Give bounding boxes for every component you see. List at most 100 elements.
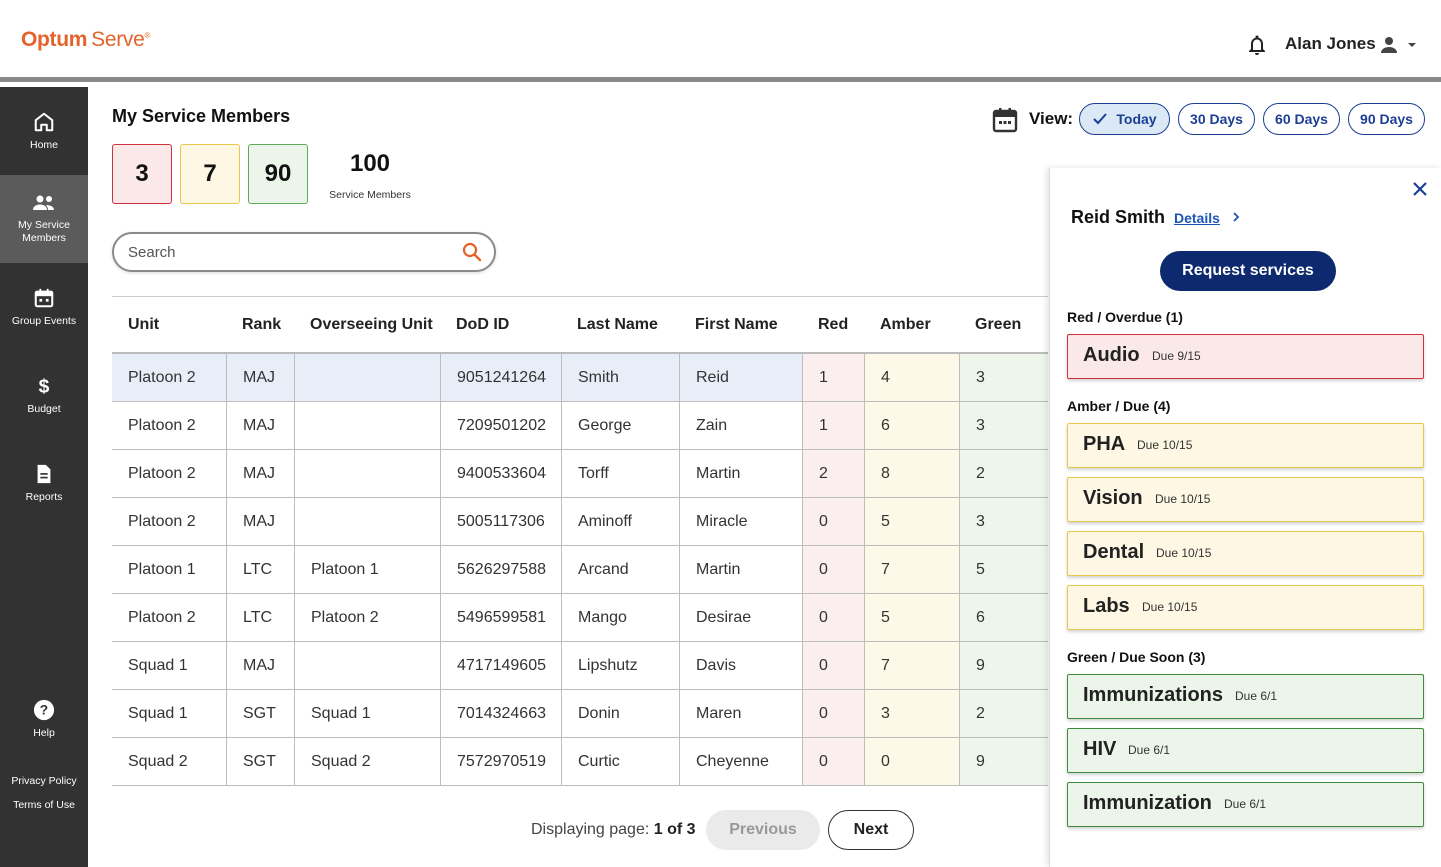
cell-green: 3 bbox=[959, 402, 1048, 449]
cell-green: 5 bbox=[959, 546, 1048, 593]
red-count-badge[interactable]: 3 bbox=[112, 144, 172, 204]
table-row[interactable]: Squad 1 SGT Squad 1 7014324663 Donin Maren 0 3 2 bbox=[112, 690, 1048, 738]
service-card[interactable]: Vision Due 10/15 bbox=[1067, 477, 1424, 522]
user-name[interactable]: Alan Jones bbox=[1285, 34, 1376, 54]
service-card[interactable]: Immunizations Due 6/1 bbox=[1067, 674, 1424, 719]
cell-rank: SGT bbox=[226, 690, 294, 737]
svg-text:$: $ bbox=[39, 376, 50, 397]
column-header-green[interactable]: Green bbox=[975, 316, 1021, 334]
table-row[interactable]: Platoon 2 MAJ 9400533604 Torff Martin 2 8 2 bbox=[112, 450, 1048, 498]
cell-green: 2 bbox=[959, 450, 1048, 497]
service-card[interactable]: Dental Due 10/15 bbox=[1067, 531, 1424, 576]
cell-unit: Squad 1 bbox=[128, 705, 188, 722]
cell-last-name: George bbox=[561, 402, 679, 449]
table-row[interactable]: Platoon 2 MAJ 5005117306 Aminoff Miracle 0 5 3 bbox=[112, 498, 1048, 546]
cell-dod-id: 7014324663 bbox=[440, 690, 561, 737]
sidebar-item-label: Home bbox=[29, 139, 58, 151]
service-due-date: Due 9/15 bbox=[1152, 349, 1201, 363]
service-card[interactable]: Audio Due 9/15 bbox=[1067, 334, 1424, 379]
table-row[interactable]: Platoon 1 LTC Platoon 1 5626297588 Arcand Mar… bbox=[112, 546, 1048, 594]
service-card[interactable]: Labs Due 10/15 bbox=[1067, 585, 1424, 630]
home-icon bbox=[34, 112, 54, 132]
cell-first-name: Desirae bbox=[679, 594, 802, 641]
view-30-days-button[interactable]: 30 Days bbox=[1178, 103, 1255, 135]
table-row[interactable]: Squad 2 SGT Squad 2 7572970519 Curtic Cheyenn… bbox=[112, 738, 1048, 786]
cell-dod-id: 7209501202 bbox=[440, 402, 561, 449]
column-header-dod-id[interactable]: DoD ID bbox=[456, 316, 509, 334]
sidebar-item-budget[interactable]: $ Budget bbox=[0, 375, 88, 415]
previous-page-button[interactable]: Previous bbox=[706, 810, 820, 850]
cell-overseeing-unit bbox=[294, 498, 440, 545]
column-header-overseeing-unit[interactable]: Overseeing Unit bbox=[310, 316, 433, 334]
cell-rank: MAJ bbox=[226, 498, 294, 545]
cell-dod-id: 5496599581 bbox=[440, 594, 561, 641]
table-row[interactable]: Squad 1 MAJ 4717149605 Lipshutz Davis 0 7 9 bbox=[112, 642, 1048, 690]
chevron-right-icon[interactable] bbox=[1230, 211, 1242, 223]
cell-first-name: Miracle bbox=[679, 498, 802, 545]
cell-green: 3 bbox=[959, 354, 1048, 401]
cell-rank: MAJ bbox=[226, 402, 294, 449]
cell-green: 9 bbox=[959, 642, 1048, 689]
cell-rank: MAJ bbox=[226, 354, 294, 401]
column-header-amber[interactable]: Amber bbox=[880, 316, 931, 334]
details-link[interactable]: Details bbox=[1174, 210, 1220, 226]
cell-amber: 5 bbox=[864, 498, 959, 545]
cell-first-name: Martin bbox=[679, 546, 802, 593]
cell-red: 0 bbox=[802, 738, 864, 785]
cell-unit: Platoon 2 bbox=[128, 465, 196, 482]
help-link[interactable]: ? Help bbox=[0, 699, 88, 739]
cell-overseeing-unit: Platoon 1 bbox=[294, 546, 440, 593]
cell-overseeing-unit: Platoon 2 bbox=[294, 594, 440, 641]
privacy-policy-link[interactable]: Privacy Policy bbox=[0, 775, 88, 787]
sidebar-item-group-events[interactable]: Group Events bbox=[0, 287, 88, 327]
service-card[interactable]: PHA Due 10/15 bbox=[1067, 423, 1424, 468]
sidebar-item-home[interactable]: Home bbox=[0, 111, 88, 151]
cell-red: 0 bbox=[802, 642, 864, 689]
service-name: Labs bbox=[1083, 595, 1130, 617]
cell-unit: Squad 2 bbox=[128, 753, 188, 770]
column-header-first-name[interactable]: First Name bbox=[695, 316, 778, 334]
request-services-button[interactable]: Request services bbox=[1160, 251, 1336, 291]
sidebar-item-label: Budget bbox=[27, 403, 61, 415]
table-row[interactable]: Platoon 2 MAJ 9051241264 Smith Reid 1 4 3 bbox=[112, 354, 1048, 402]
cell-unit: Platoon 1 bbox=[128, 561, 196, 578]
sidebar-item-label: Group Events bbox=[11, 315, 77, 327]
service-name: Immunizations bbox=[1083, 684, 1224, 706]
service-card[interactable]: Immunization Due 6/1 bbox=[1067, 782, 1424, 827]
cell-amber: 7 bbox=[864, 642, 959, 689]
close-icon[interactable] bbox=[1412, 181, 1428, 197]
view-60-days-button[interactable]: 60 Days bbox=[1263, 103, 1340, 135]
user-avatar-icon[interactable] bbox=[1377, 33, 1401, 57]
table-row[interactable]: Platoon 2 LTC Platoon 2 5496599581 Mango Desi… bbox=[112, 594, 1048, 642]
view-today-button[interactable]: Today bbox=[1079, 103, 1170, 135]
table-row[interactable]: Platoon 2 MAJ 7209501202 George Zain 1 6 3 bbox=[112, 402, 1048, 450]
view-today-label: Today bbox=[1116, 111, 1157, 127]
sidebar-item-my-service-members[interactable]: My Service Members bbox=[0, 175, 88, 263]
column-header-rank[interactable]: Rank bbox=[242, 316, 281, 334]
next-page-button[interactable]: Next bbox=[828, 810, 914, 850]
amber-count-badge[interactable]: 7 bbox=[180, 144, 240, 204]
cell-first-name: Maren bbox=[679, 690, 802, 737]
pagination-current: 1 of 3 bbox=[653, 821, 696, 838]
cell-red: 0 bbox=[802, 498, 864, 545]
search-input[interactable]: Search bbox=[112, 232, 496, 272]
optum-serve-logo[interactable]: Optum Serve® bbox=[21, 28, 150, 52]
column-header-last-name[interactable]: Last Name bbox=[577, 316, 658, 334]
service-card[interactable]: HIV Due 6/1 bbox=[1067, 728, 1424, 773]
sidebar-item-reports[interactable]: Reports bbox=[0, 463, 88, 503]
terms-of-use-link[interactable]: Terms of Use bbox=[0, 799, 88, 811]
view-90-days-button[interactable]: 90 Days bbox=[1348, 103, 1425, 135]
cell-last-name: Arcand bbox=[561, 546, 679, 593]
pagination-prefix: Displaying page: bbox=[531, 821, 650, 838]
dollar-icon: $ bbox=[39, 376, 50, 397]
column-header-unit[interactable]: Unit bbox=[128, 316, 159, 334]
column-header-red[interactable]: Red bbox=[818, 316, 848, 334]
search-icon[interactable] bbox=[462, 242, 482, 262]
cell-last-name: Lipshutz bbox=[561, 642, 679, 689]
cell-red: 0 bbox=[802, 594, 864, 641]
cell-red: 2 bbox=[802, 450, 864, 497]
green-count-badge[interactable]: 90 bbox=[248, 144, 308, 204]
chevron-down-icon[interactable] bbox=[1405, 38, 1419, 52]
notification-bell-icon[interactable] bbox=[1245, 33, 1269, 57]
view-label: View: bbox=[1029, 109, 1074, 128]
